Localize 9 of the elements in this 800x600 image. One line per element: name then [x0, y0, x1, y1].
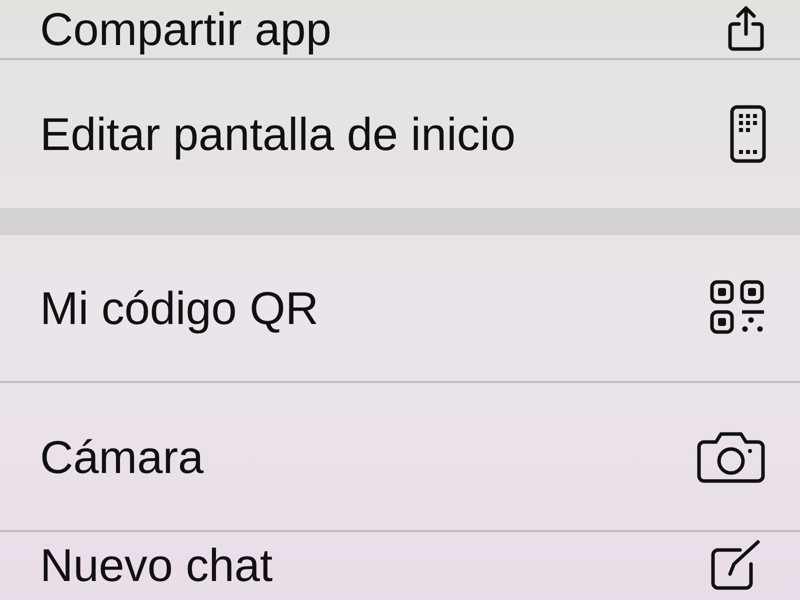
menu-item[interactable]: Nuevo chat — [0, 532, 800, 597]
menu-item[interactable]: Editar pantalla de inicio — [0, 60, 800, 208]
qr-code-icon — [710, 280, 766, 336]
camera-icon — [696, 430, 766, 484]
share-icon — [726, 6, 766, 52]
phone-icon — [730, 105, 766, 163]
menu-item[interactable]: Compartir app — [0, 0, 800, 60]
menu-item[interactable]: Mi código QR — [0, 235, 800, 383]
menu-item[interactable]: Cámara — [0, 383, 800, 532]
